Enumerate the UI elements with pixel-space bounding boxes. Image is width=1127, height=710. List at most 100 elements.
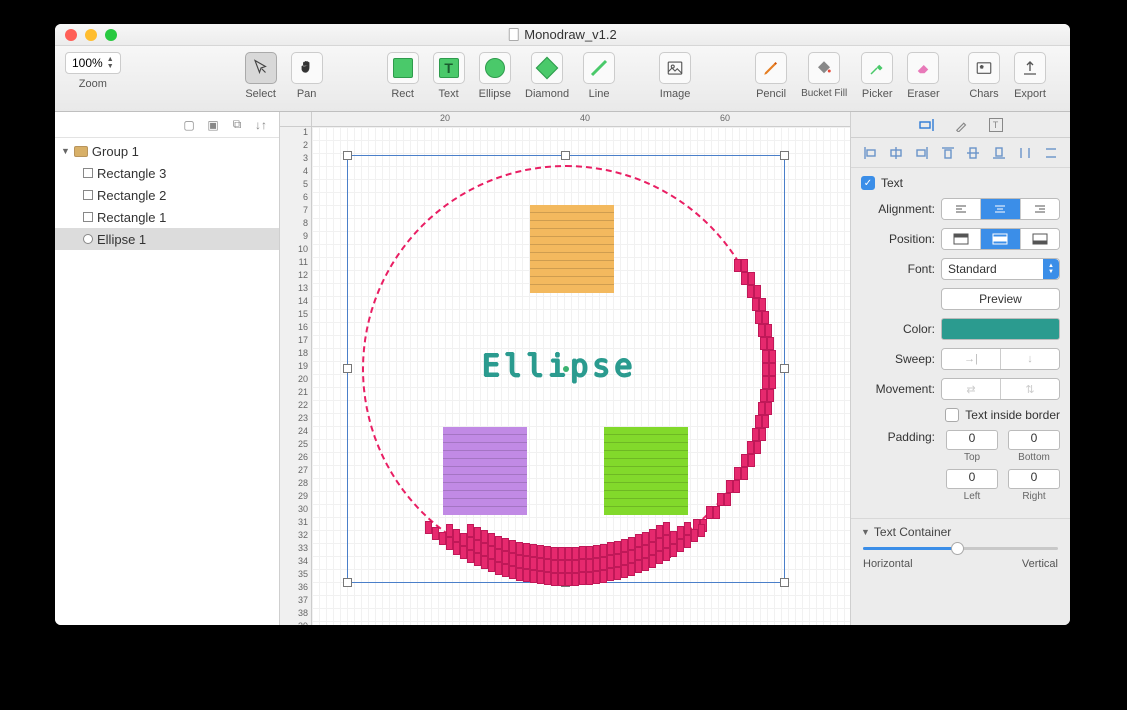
- padding-top-input[interactable]: 0: [946, 430, 998, 450]
- font-label: Font:: [861, 262, 935, 276]
- alignment-label: Alignment:: [861, 202, 935, 216]
- zoom-stepper[interactable]: 100% ▲▼: [65, 52, 121, 74]
- zoom-button[interactable]: [105, 29, 117, 41]
- line-tool-button[interactable]: [583, 52, 615, 84]
- rect-green: [604, 427, 688, 515]
- move-h-button[interactable]: ⇄: [942, 379, 1001, 399]
- align-center-button[interactable]: [981, 199, 1020, 219]
- sort-icon[interactable]: ↓↑: [253, 117, 269, 133]
- tree-item[interactable]: Rectangle 1: [55, 206, 279, 228]
- content: ▢ ▣ ⧉ ↓↑ ▼ Group 1 Rectangle 3Rectangle …: [55, 112, 1070, 625]
- resize-handle-ne[interactable]: [780, 151, 789, 160]
- titlebar: Monodraw_v1.2: [55, 24, 1070, 46]
- resize-handle-n[interactable]: [561, 151, 570, 160]
- title-text: Monodraw_v1.2: [524, 27, 617, 42]
- color-well[interactable]: [941, 318, 1060, 340]
- tool-pan-group: Pan: [291, 52, 323, 100]
- resize-handle-e[interactable]: [780, 364, 789, 373]
- align-right-button[interactable]: [1021, 199, 1059, 219]
- align-hcenter-icon[interactable]: [888, 145, 904, 161]
- align-top-icon[interactable]: [940, 145, 956, 161]
- duplicate-icon[interactable]: ⧉: [229, 117, 245, 133]
- layer-tree: ▼ Group 1 Rectangle 3Rectangle 2 Rectangl…: [55, 138, 279, 250]
- container-header: Text Container: [874, 525, 951, 539]
- ellipse-tool-button[interactable]: [479, 52, 511, 84]
- ruler-horizontal: 20 40 60: [312, 112, 850, 127]
- pos-bottom-button[interactable]: [1021, 229, 1059, 249]
- document-icon: [508, 28, 518, 41]
- tree-item[interactable]: Ellipse 1: [55, 228, 279, 250]
- tree-item-label: Ellipse 1: [97, 232, 146, 247]
- svg-text:*: *: [980, 63, 983, 72]
- sweep-label: Sweep:: [861, 352, 935, 366]
- pencil-tool-button[interactable]: [755, 52, 787, 84]
- tree-item[interactable]: Rectangle 2: [55, 184, 279, 206]
- position-segmented: [941, 228, 1060, 250]
- text-enable-checkbox[interactable]: ✓: [861, 176, 875, 190]
- move-v-button[interactable]: ⇅: [1001, 379, 1059, 399]
- slider-thumb[interactable]: [951, 542, 964, 555]
- container-slider[interactable]: [863, 547, 1058, 550]
- text-container-disclosure[interactable]: ▼ Text Container: [851, 518, 1070, 545]
- padding-bottom-input[interactable]: 0: [1008, 430, 1060, 450]
- tree-item[interactable]: Rectangle 3: [55, 162, 279, 184]
- text-tool-button[interactable]: T: [433, 52, 465, 84]
- chars-button[interactable]: *: [968, 52, 1000, 84]
- tab-alignment[interactable]: [919, 118, 935, 132]
- resize-handle-se[interactable]: [780, 578, 789, 587]
- diamond-tool-button[interactable]: [531, 52, 563, 84]
- group-icon[interactable]: ▢: [181, 117, 197, 133]
- rect-tool-button[interactable]: [387, 52, 419, 84]
- canvas[interactable]: Ellipse: [312, 127, 850, 625]
- zoom-group: 100% ▲▼ Zoom: [65, 52, 121, 90]
- slider-left-label: Horizontal: [863, 558, 913, 570]
- minimize-button[interactable]: [85, 29, 97, 41]
- tool-select-group: Select: [245, 52, 277, 100]
- tab-text[interactable]: T: [989, 118, 1003, 132]
- pan-tool-button[interactable]: [291, 52, 323, 84]
- disclosure-triangle-icon[interactable]: ▼: [61, 146, 70, 156]
- sweep-h-button[interactable]: →|: [942, 349, 1001, 369]
- inside-border-checkbox[interactable]: [945, 408, 959, 422]
- select-label: Select: [245, 88, 276, 100]
- distribute-v-icon[interactable]: [1043, 145, 1059, 161]
- align-vcenter-icon[interactable]: [965, 145, 981, 161]
- group-label: Group 1: [92, 144, 139, 159]
- font-select[interactable]: Standard ▲▼: [941, 258, 1060, 280]
- center-handle[interactable]: [563, 366, 569, 372]
- export-button[interactable]: [1014, 52, 1046, 84]
- align-right-icon[interactable]: [914, 145, 930, 161]
- close-button[interactable]: [65, 29, 77, 41]
- preview-button[interactable]: Preview: [941, 288, 1060, 310]
- layers-toolbar: ▢ ▣ ⧉ ↓↑: [55, 112, 279, 138]
- tab-appearance[interactable]: [955, 118, 969, 132]
- bucket-tool-button[interactable]: [808, 52, 840, 84]
- tree-group-row[interactable]: ▼ Group 1: [55, 140, 279, 162]
- distribute-h-icon[interactable]: [1017, 145, 1033, 161]
- canvas-area: 20 40 60 1234567891011121314151617181920…: [280, 112, 850, 625]
- app-window: Monodraw_v1.2 100% ▲▼ Zoom Select Pan Re…: [55, 24, 1070, 625]
- tree-item-label: Rectangle 1: [97, 210, 166, 225]
- resize-handle-sw[interactable]: [343, 578, 352, 587]
- movement-label: Movement:: [861, 382, 935, 396]
- rect-purple: [443, 427, 527, 515]
- pos-top-button[interactable]: [942, 229, 981, 249]
- image-tool-button[interactable]: [659, 52, 691, 84]
- select-tool-button[interactable]: [245, 52, 277, 84]
- padding-right-input[interactable]: 0: [1008, 469, 1060, 489]
- resize-handle-nw[interactable]: [343, 151, 352, 160]
- resize-handle-w[interactable]: [343, 364, 352, 373]
- picker-tool-button[interactable]: [861, 52, 893, 84]
- sweep-v-button[interactable]: ↓: [1001, 349, 1059, 369]
- align-left-button[interactable]: [942, 199, 981, 219]
- padding-left-input[interactable]: 0: [946, 469, 998, 489]
- eraser-tool-button[interactable]: [907, 52, 939, 84]
- pos-middle-button[interactable]: [981, 229, 1020, 249]
- slider-right-label: Vertical: [1022, 558, 1058, 570]
- sweep-segmented: →| ↓: [941, 348, 1060, 370]
- ruler-vertical: 1234567891011121314151617181920212223242…: [280, 127, 312, 625]
- align-left-icon[interactable]: [862, 145, 878, 161]
- align-bottom-icon[interactable]: [991, 145, 1007, 161]
- ungroup-icon[interactable]: ▣: [205, 117, 221, 133]
- stepper-arrows-icon: ▲▼: [107, 56, 114, 70]
